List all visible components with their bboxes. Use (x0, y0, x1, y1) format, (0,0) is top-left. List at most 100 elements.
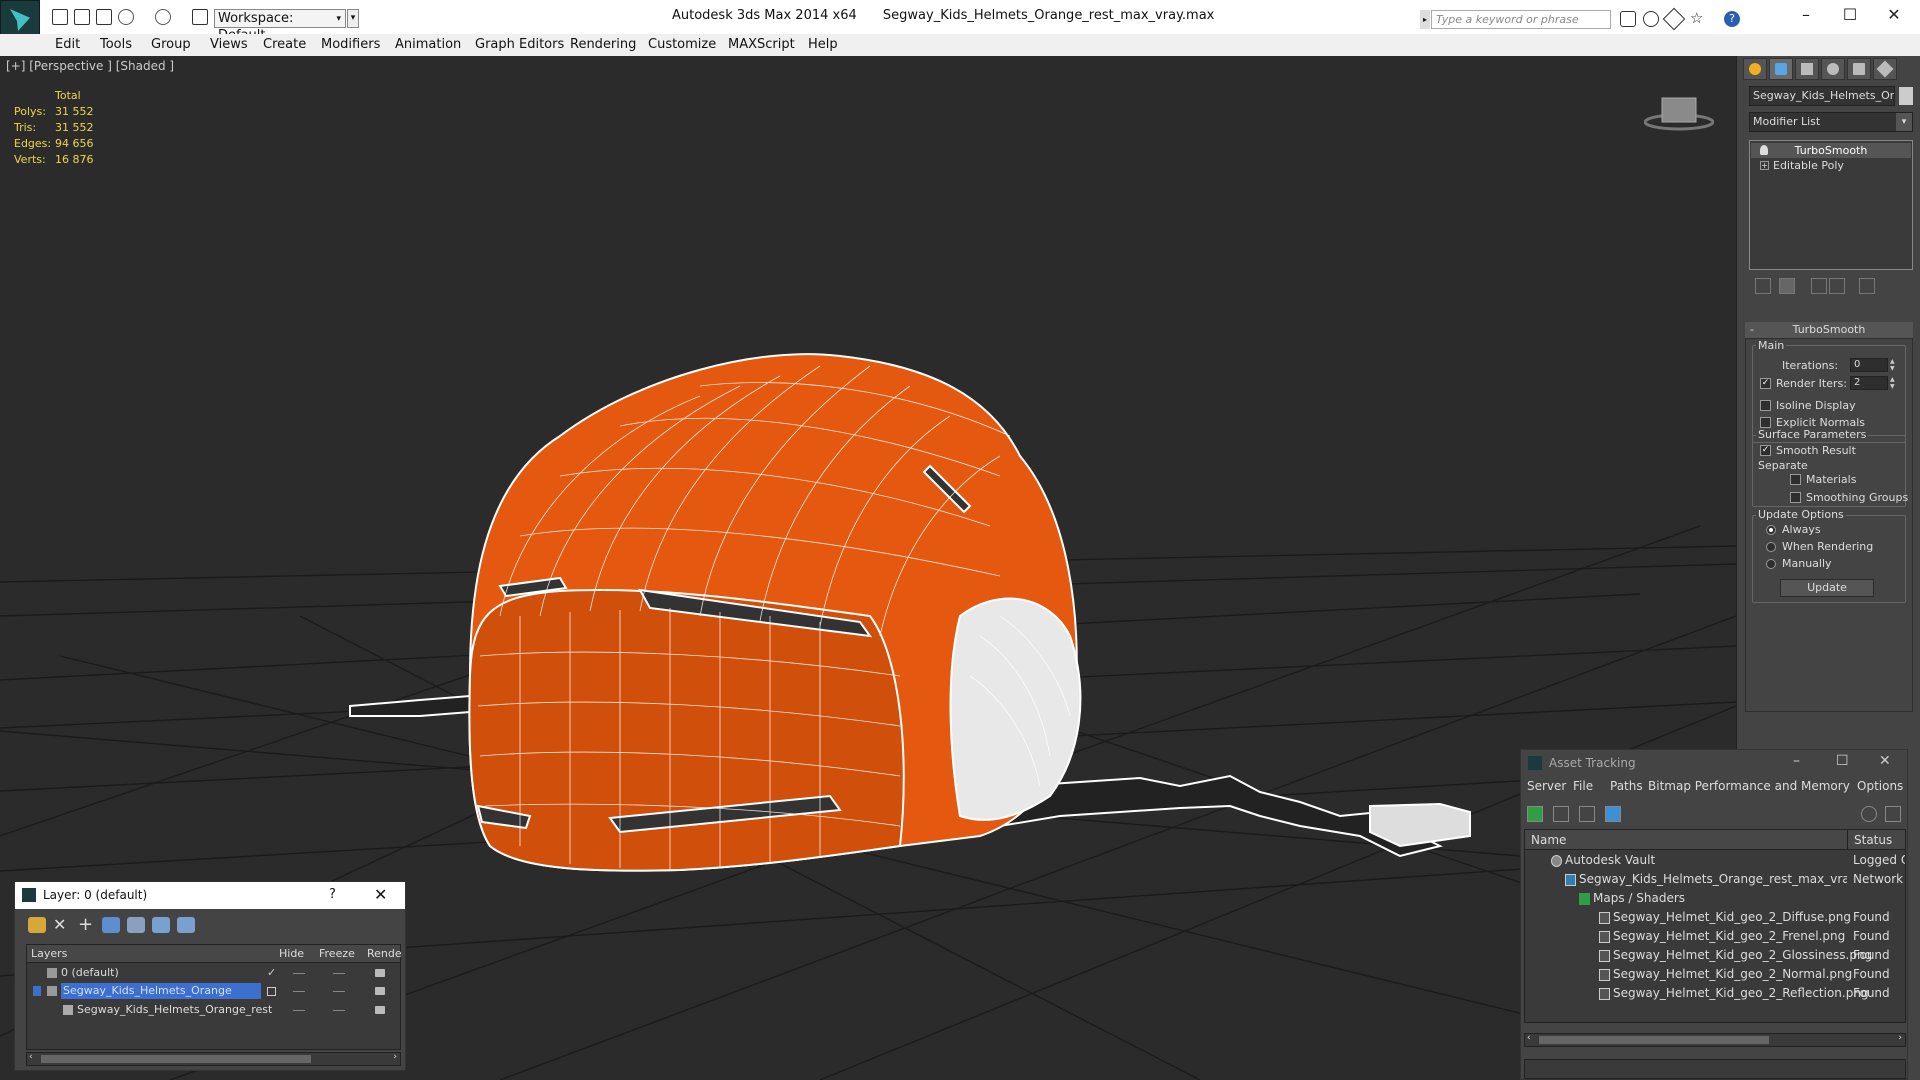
menu-paths[interactable]: Paths (1610, 779, 1643, 793)
freeze-toggle[interactable] (333, 991, 345, 992)
smoothing-groups-checkbox[interactable] (1790, 492, 1801, 503)
refresh-icon[interactable] (1527, 806, 1543, 822)
close-icon[interactable]: ✕ (1879, 753, 1891, 769)
freeze-toggle[interactable] (333, 973, 345, 974)
asset-row[interactable]: Autodesk Vault Logged O (1525, 851, 1905, 870)
object-name-field[interactable]: Segway_Kids_Helmets_Orange (1749, 86, 1895, 106)
layer-scrollbar[interactable]: ‹ › (26, 1052, 401, 1066)
layer-row[interactable]: Segway_Kids_Helmets_Orange_rest (27, 1002, 400, 1018)
communication-icon[interactable] (1662, 7, 1686, 31)
create-tab-icon[interactable] (1743, 58, 1767, 80)
quick-access-menu-icon[interactable]: ▾ (347, 9, 359, 28)
turbosmooth-rollout-header[interactable]: - TurboSmooth (1745, 322, 1913, 338)
asset-row[interactable]: Segway_Helmet_Kid_geo_2_Reflection.png F… (1525, 984, 1905, 1003)
highlight-layer-icon[interactable] (127, 917, 145, 933)
lightbulb-icon[interactable] (1760, 145, 1768, 155)
workspace-dropdown[interactable]: Workspace: Default ▾ (214, 9, 346, 43)
maximize-icon[interactable]: ☐ (1838, 6, 1862, 26)
column-name[interactable]: Name (1531, 830, 1566, 850)
redo-icon[interactable] (155, 9, 171, 25)
scroll-left-icon[interactable]: ‹ (1527, 1033, 1531, 1043)
materials-checkbox[interactable] (1790, 474, 1801, 485)
update-button[interactable]: Update (1780, 579, 1874, 597)
viewport-label[interactable]: [+] [Perspective ] [Shaded ] (6, 59, 174, 73)
binoculars-icon[interactable] (1620, 11, 1636, 27)
current-layer-check-icon[interactable]: ✓ (267, 965, 276, 981)
menu-server[interactable]: Server (1527, 779, 1566, 793)
open-file-icon[interactable] (74, 9, 90, 25)
menu-bitmap-performance[interactable]: Bitmap Performance and Memory (1648, 779, 1850, 793)
menu-rendering[interactable]: Rendering (570, 37, 636, 52)
create-layer-icon[interactable] (28, 917, 46, 933)
when-rendering-radio[interactable] (1766, 542, 1776, 552)
add-to-layer-icon[interactable]: + (78, 916, 96, 934)
layer-name[interactable]: Segway_Kids_Helmets_Orange (61, 983, 261, 999)
asset-row[interactable]: Segway_Helmet_Kid_geo_2_Frenel.png Found (1525, 927, 1905, 946)
asset-scrollbar[interactable]: ‹ › (1524, 1033, 1906, 1047)
menu-edit[interactable]: Edit (55, 37, 80, 52)
help-button[interactable]: ? (329, 887, 336, 902)
asset-row[interactable]: Segway_Helmet_Kid_geo_2_Glossiness.png F… (1525, 946, 1905, 965)
minimize-icon[interactable]: – (1794, 6, 1818, 26)
always-radio[interactable] (1766, 525, 1776, 535)
layer-row[interactable]: 0 (default) ✓ (27, 965, 400, 981)
asset-row[interactable]: Maps / Shaders (1525, 889, 1905, 908)
scroll-right-icon[interactable]: › (393, 1052, 397, 1062)
iterations-spinner[interactable]: 0 (1850, 358, 1888, 372)
menu-tools[interactable]: Tools (100, 37, 132, 52)
asset-row[interactable]: Segway_Kids_Helmets_Orange_rest_max_vray… (1525, 870, 1905, 889)
star-icon[interactable]: ☆ (1690, 11, 1706, 27)
render-iters-checkbox[interactable]: ✓ (1760, 378, 1771, 389)
search-input[interactable]: Type a keyword or phrase (1431, 10, 1611, 29)
hide-toggle[interactable] (293, 1010, 305, 1011)
pin-stack-icon[interactable] (1755, 278, 1771, 294)
isoline-display-checkbox[interactable] (1760, 400, 1771, 411)
column-status[interactable]: Status (1847, 830, 1892, 850)
layer-row[interactable]: Segway_Kids_Helmets_Orange (27, 983, 400, 999)
layer-name[interactable]: 0 (default) (61, 965, 119, 981)
column-layers[interactable]: Layers (31, 945, 67, 963)
select-in-layer-icon[interactable] (102, 917, 120, 933)
vault-icon[interactable] (1885, 806, 1901, 822)
menu-modifiers[interactable]: Modifiers (321, 37, 380, 52)
maximize-icon[interactable]: ☐ (1836, 753, 1849, 769)
freeze-toggle[interactable] (333, 1010, 345, 1011)
manually-radio[interactable] (1766, 559, 1776, 569)
scroll-right-icon[interactable]: › (1898, 1033, 1902, 1043)
table-view-icon[interactable] (1605, 806, 1621, 822)
configure-sets-icon[interactable] (1859, 278, 1875, 294)
layer-dialog-titlebar[interactable]: Layer: 0 (default) ? ✕ (15, 882, 405, 909)
menu-group[interactable]: Group (151, 37, 191, 52)
render-toggle-icon[interactable] (375, 1006, 385, 1014)
menu-create[interactable]: Create (263, 37, 306, 52)
spinner-arrows-icon[interactable]: ▲ ▼ (1890, 376, 1898, 390)
scroll-left-icon[interactable]: ‹ (29, 1052, 33, 1062)
modify-tab-icon[interactable] (1769, 58, 1793, 80)
render-iters-spinner[interactable]: 2 (1850, 376, 1888, 390)
new-file-icon[interactable] (52, 9, 68, 25)
list-view-icon[interactable] (1553, 806, 1569, 822)
menu-graph-editors[interactable]: Graph Editors (475, 37, 564, 52)
motion-tab-icon[interactable] (1821, 58, 1845, 80)
spinner-arrows-icon[interactable]: ▲ ▼ (1890, 358, 1898, 372)
remove-modifier-icon[interactable] (1829, 278, 1845, 294)
menu-maxscript[interactable]: MAXScript (728, 37, 795, 52)
menu-help[interactable]: Help (808, 37, 838, 52)
column-render[interactable]: Rende (367, 945, 402, 963)
project-folder-icon[interactable] (192, 9, 208, 25)
hierarchy-tab-icon[interactable] (1795, 58, 1819, 80)
column-freeze[interactable]: Freeze (319, 945, 355, 963)
undo-icon[interactable] (118, 9, 134, 25)
show-end-result-icon[interactable] (1779, 278, 1795, 294)
expand-icon[interactable]: + (1760, 161, 1769, 170)
modifier-list-dropdown[interactable]: Modifier List ▾ (1749, 112, 1913, 132)
menu-customize[interactable]: Customize (648, 37, 716, 52)
menu-views[interactable]: Views (210, 37, 248, 52)
menu-file[interactable]: File (1573, 779, 1593, 793)
object-color-swatch[interactable] (1899, 87, 1913, 105)
hide-toggle[interactable] (293, 973, 305, 974)
hide-toggle[interactable] (293, 991, 305, 992)
minimize-icon[interactable]: – (1793, 753, 1800, 769)
layer-object-name[interactable]: Segway_Kids_Helmets_Orange_rest (77, 1002, 272, 1018)
asset-row[interactable]: Segway_Helmet_Kid_geo_2_Diffuse.png Foun… (1525, 908, 1905, 927)
